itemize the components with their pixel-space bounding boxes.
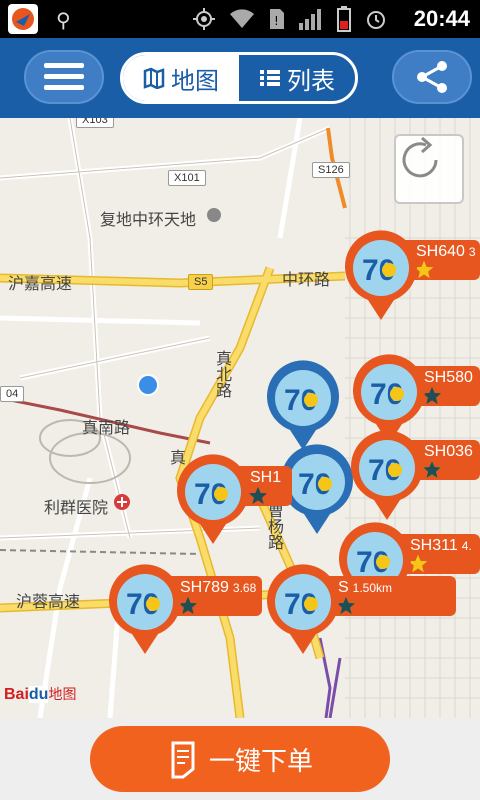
vehicle-distance: 1.50km <box>352 581 393 595</box>
clock: 20:44 <box>413 6 470 31</box>
view-toggle: 地图 列表 <box>120 52 358 104</box>
vehicle-plate: SH580 <box>424 369 473 386</box>
list-icon <box>260 70 280 86</box>
share-icon <box>417 61 447 93</box>
status-bar: ⚲ ! 20:44 <box>0 0 480 38</box>
refresh-icon <box>402 136 438 178</box>
refresh-button[interactable] <box>394 134 464 204</box>
top-toolbar: 地图 列表 <box>0 38 480 118</box>
tab-list-label: 列表 <box>287 66 335 95</box>
sim-alert-icon: ! <box>270 9 284 29</box>
vehicle-plate: SH789 3.68 <box>180 579 257 596</box>
map-label-hujia: 沪嘉高速 <box>8 274 73 293</box>
map-label-zhennan: 真南路 <box>82 418 131 437</box>
baidu-logo-map: 地图 <box>48 687 77 703</box>
alarm-icon <box>367 11 385 29</box>
signal-icon <box>299 9 321 30</box>
hamburger-icon <box>44 63 84 90</box>
baidu-logo: Baidu地图 <box>4 684 76 704</box>
vehicle-plate: SH311 4. <box>410 537 472 554</box>
map-label-hurong: 沪蓉高速 <box>16 592 81 611</box>
vehicle-distance: 3 <box>468 245 476 259</box>
vehicle-distance: 3.68 <box>232 581 257 595</box>
road-shield-x103: X103 <box>76 118 114 128</box>
usb-icon: ⚲ <box>56 8 71 32</box>
vehicle-plate: SH1 <box>250 469 282 486</box>
road-shield-04: 04 <box>0 386 25 402</box>
map-label-liqun: 利群医院 <box>44 498 109 517</box>
map-label-zhonghuan: 中环路 <box>282 270 331 289</box>
order-form-icon <box>171 741 195 779</box>
vehicle-plate: SH036 <box>424 443 473 460</box>
road-shield-s126: S126 <box>312 162 350 178</box>
road-shield-s5: S5 <box>188 274 214 290</box>
map-view[interactable]: 复地中环天地 沪嘉高速 中环路 真北路 真南路 真 利群医院 沪蓉高速 曹杨路 … <box>0 118 480 718</box>
vehicle-plate: SH640 3 <box>416 243 476 260</box>
gps-icon <box>193 8 215 30</box>
tab-map[interactable]: 地图 <box>123 55 239 101</box>
map-label-zhenbei: 真北路 <box>213 350 232 398</box>
svg-text:!: ! <box>274 14 279 28</box>
battery-icon <box>337 6 351 32</box>
road-shield-x101: X101 <box>168 170 206 186</box>
app-notification-icon <box>8 4 38 34</box>
menu-button[interactable] <box>24 50 104 104</box>
vehicle-plate: S 1.50km <box>338 579 393 596</box>
map-label-fudi: 复地中环天地 <box>100 210 197 229</box>
map-icon <box>143 67 165 89</box>
tab-list[interactable]: 列表 <box>239 55 355 101</box>
baidu-logo-bai: Bai <box>4 686 29 703</box>
one-click-order-button[interactable]: 一键下单 <box>90 726 390 792</box>
bottom-bar: 一键下单 <box>0 718 480 800</box>
tab-map-label: 地图 <box>171 66 219 95</box>
wifi-icon <box>230 9 254 28</box>
share-button[interactable] <box>392 50 472 104</box>
baidu-logo-du: du <box>28 686 49 703</box>
order-button-label: 一键下单 <box>208 746 313 777</box>
vehicle-distance: 4. <box>461 539 472 553</box>
